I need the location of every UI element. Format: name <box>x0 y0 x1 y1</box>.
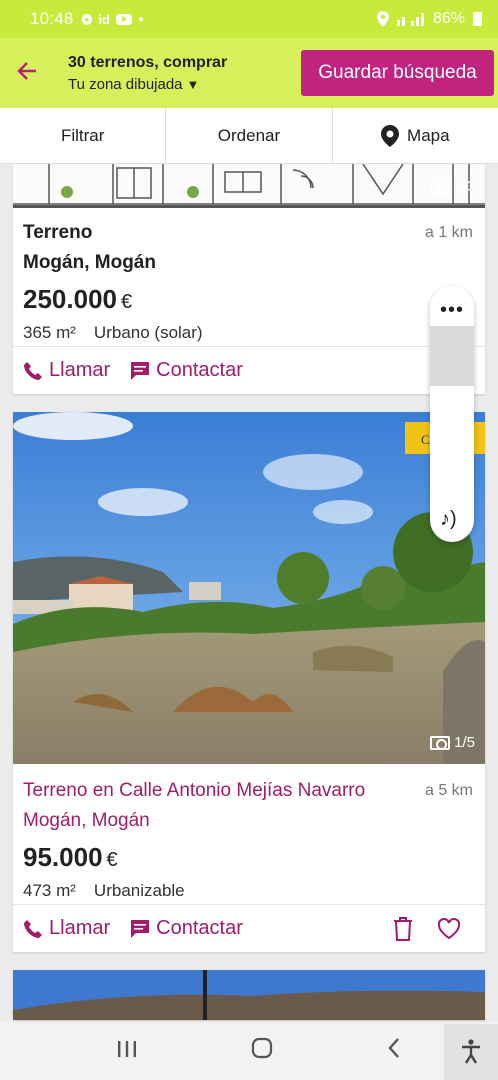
floating-media-widget[interactable]: ••• ♪) <box>430 286 474 542</box>
area-label: 473 m² <box>23 881 76 900</box>
secondary-actions <box>393 916 461 941</box>
id-label: id <box>98 11 110 27</box>
call-button[interactable]: Llamar <box>23 917 110 940</box>
contact-button[interactable]: Contactar <box>130 359 243 382</box>
listing-actions: Llamar Contactar <box>13 904 485 952</box>
area-label: 365 m² <box>23 323 76 342</box>
map-pin-icon <box>381 124 400 147</box>
system-icons: 86% <box>376 10 482 28</box>
distance-label: a 5 km <box>424 782 473 799</box>
dot-icon: ● <box>137 13 144 25</box>
currency-symbol: € <box>120 291 133 313</box>
map-button[interactable]: Mapa <box>333 108 498 163</box>
location-icon <box>376 11 389 27</box>
classification-label: Urbano (solar) <box>93 323 203 342</box>
contact-button[interactable]: Contactar <box>130 917 243 940</box>
sort-button[interactable]: Ordenar <box>166 108 333 163</box>
listing-location: Mogán, Mogán <box>23 252 156 273</box>
listing-details: 473 m² Urbanizable <box>23 881 473 901</box>
signal-icon <box>396 13 424 26</box>
listing-price: 95.000 € <box>23 842 473 873</box>
more-options-icon[interactable]: ••• <box>430 300 474 320</box>
photo-counter: 1/3 <box>430 178 475 195</box>
accessibility-icon <box>462 1039 480 1064</box>
contact-label: Contactar <box>156 359 243 381</box>
back-nav-icon[interactable] <box>387 1037 401 1065</box>
search-summary[interactable]: 30 terrenos, comprar Tu zona dibujada ▼ <box>56 54 301 93</box>
listing-card[interactable]: Ca 1/5 Terreno en Calle Antonio Mejías N… <box>13 412 485 952</box>
phone-icon <box>24 361 42 380</box>
save-search-button[interactable]: Guardar búsqueda <box>301 50 494 96</box>
listing-location[interactable]: Mogán, Mogán <box>23 810 473 832</box>
results-title: 30 terrenos, comprar <box>68 53 228 71</box>
app-chip-icon: ● <box>81 13 93 25</box>
back-arrow-icon[interactable] <box>16 58 56 88</box>
map-label: Mapa <box>407 125 450 145</box>
chat-icon <box>131 919 150 938</box>
trash-icon[interactable] <box>393 916 413 941</box>
distance-label: a 1 km <box>424 224 473 241</box>
clock: 10:48 <box>30 9 74 28</box>
battery-percent: 86% <box>432 10 465 27</box>
accessibility-button[interactable] <box>444 1024 498 1080</box>
listing-photo[interactable]: Ca 1/5 <box>13 412 485 764</box>
listing-info: Terreno en Calle Antonio Mejías Navarro … <box>23 780 473 901</box>
price-value: 250.000 <box>23 284 117 314</box>
home-icon[interactable] <box>251 1037 273 1065</box>
filter-button[interactable]: Filtrar <box>0 108 167 163</box>
listing-card[interactable]: 1/3 Terreno a 1 km Mogán, Mogán 250.000 €… <box>13 164 485 394</box>
floor-plan-image[interactable]: 1/3 <box>13 164 485 208</box>
call-label: Llamar <box>49 917 111 939</box>
listing-title[interactable]: Terreno en Calle Antonio Mejías Navarro <box>23 780 365 802</box>
photo-count-label: 1/5 <box>454 734 475 751</box>
camera-icon <box>430 179 451 194</box>
call-label: Llamar <box>49 359 111 381</box>
listing-photo[interactable] <box>13 970 485 1020</box>
system-nav-bar <box>0 1022 498 1080</box>
app-header: 30 terrenos, comprar Tu zona dibujada ▼ G… <box>0 38 498 108</box>
photo-count-label: 1/3 <box>454 178 475 195</box>
heart-icon[interactable] <box>437 917 461 940</box>
dropdown-triangle-icon: ▼ <box>186 76 200 92</box>
listing-card[interactable] <box>13 970 485 1020</box>
music-sound-icon[interactable]: ♪) <box>440 508 457 531</box>
camera-icon <box>430 735 451 750</box>
zone-label: Tu zona dibujada <box>68 75 183 93</box>
notification-icons: ● id ● <box>81 11 144 27</box>
call-button[interactable]: Llamar <box>23 359 110 382</box>
price-value: 95.000 <box>23 842 103 872</box>
phone-icon <box>24 919 42 938</box>
zone-selector[interactable]: Tu zona dibujada ▼ <box>68 76 301 93</box>
currency-symbol: € <box>106 849 118 871</box>
recent-apps-icon[interactable] <box>117 1038 137 1064</box>
chat-icon <box>131 361 150 380</box>
classification-label: Urbanizable <box>93 881 185 900</box>
widget-track <box>430 326 474 386</box>
status-bar: 10:48 ● id ● 86% <box>0 0 498 38</box>
photo-counter: 1/5 <box>430 734 475 751</box>
battery-icon <box>473 12 482 26</box>
listing-title[interactable]: Terreno <box>23 222 92 244</box>
listing-price: 250.000 € <box>23 284 473 315</box>
youtube-icon <box>115 13 132 25</box>
listing-actions: Llamar Contactar <box>13 346 485 394</box>
listing-info: Terreno a 1 km Mogán, Mogán 250.000 € 365… <box>23 222 473 343</box>
filter-bar: Filtrar Ordenar Mapa <box>0 108 498 164</box>
contact-label: Contactar <box>156 917 243 939</box>
listing-details: 365 m² Urbano (solar) <box>23 323 473 343</box>
land-photo-illustration: Ca <box>13 412 485 764</box>
floor-plan-drawing <box>13 164 485 205</box>
